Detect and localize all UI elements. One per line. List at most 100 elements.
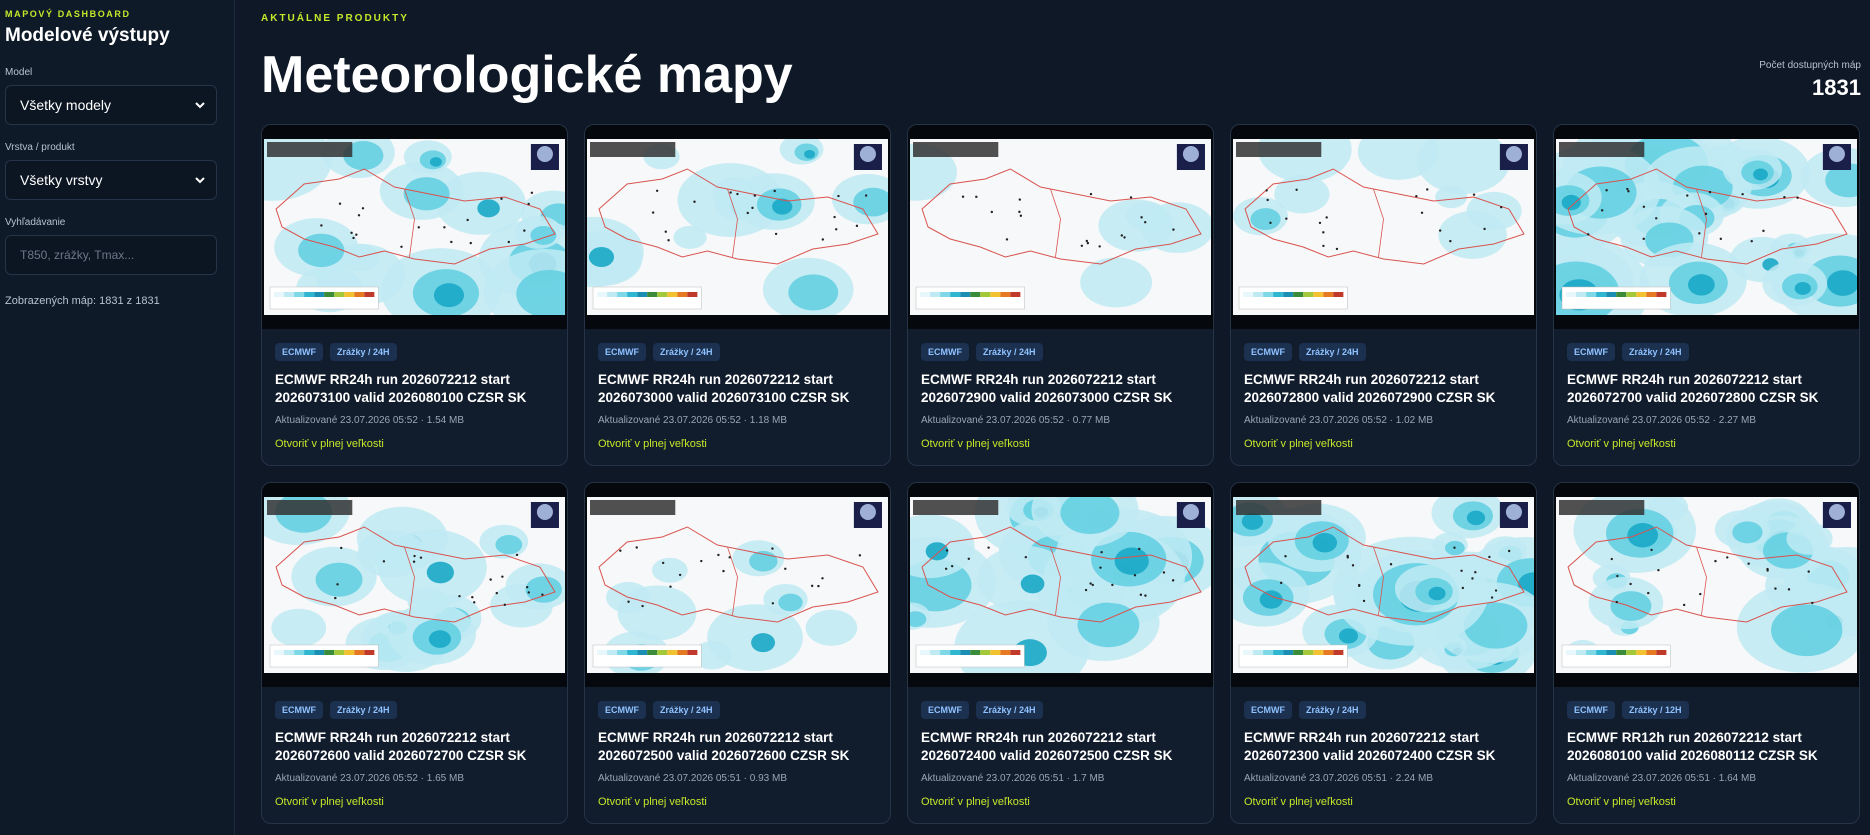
- model-select-value: Všetky modely: [20, 97, 112, 113]
- card-title: ECMWF RR24h run 2026072212 start 2026072…: [275, 730, 527, 763]
- precipitation-map: [1556, 497, 1857, 673]
- chevron-down-icon: [195, 102, 205, 109]
- card-meta: Aktualizované 23.07.2026 05:52 · 2.27 MB: [1567, 415, 1757, 426]
- model-badge: ECMWF: [1244, 343, 1292, 361]
- card-title: ECMWF RR12h run 2026072212 start 2026080…: [1567, 730, 1818, 763]
- card-meta: Aktualizované 23.07.2026 05:51 · 1.64 MB: [1567, 773, 1757, 784]
- map-card: ECMWF Zrážky / 24H ECMWF RR24h run 202607…: [907, 124, 1214, 466]
- layer-badge: Zrážky / 24H: [1622, 343, 1689, 361]
- precipitation-map: [1233, 497, 1534, 673]
- main-content: AKTUÁLNE PRODUKTY Meteorologické mapy Po…: [261, 0, 1861, 835]
- map-thumbnail[interactable]: [908, 125, 1213, 329]
- open-full-size-link[interactable]: Otvoriť v plnej veľkosti: [598, 796, 707, 808]
- precipitation-map: [910, 497, 1211, 673]
- map-card: ECMWF Zrážky / 24H ECMWF RR24h run 202607…: [261, 124, 568, 466]
- model-badge: ECMWF: [598, 343, 646, 361]
- card-meta: Aktualizované 23.07.2026 05:52 · 1.18 MB: [598, 415, 788, 426]
- layer-badge: Zrážky / 12H: [1622, 701, 1689, 719]
- search-input[interactable]: [5, 235, 217, 275]
- card-title: ECMWF RR24h run 2026072212 start 2026073…: [598, 372, 850, 405]
- open-full-size-link[interactable]: Otvoriť v plnej veľkosti: [1244, 796, 1353, 808]
- map-grid: ECMWF Zrážky / 24H ECMWF RR24h run 202607…: [261, 124, 1860, 824]
- layer-badge: Zrážky / 24H: [1299, 343, 1366, 361]
- layer-badge: Zrážky / 24H: [976, 343, 1043, 361]
- map-card: ECMWF Zrážky / 24H ECMWF RR24h run 202607…: [1553, 124, 1860, 466]
- sidebar-eyebrow: MAPOVÝ DASHBOARD: [5, 9, 131, 19]
- map-thumbnail[interactable]: [585, 125, 890, 329]
- map-thumbnail[interactable]: [585, 483, 890, 687]
- card-title: ECMWF RR24h run 2026072212 start 2026072…: [1244, 372, 1496, 405]
- open-full-size-link[interactable]: Otvoriť v plnej veľkosti: [275, 438, 384, 450]
- card-meta: Aktualizované 23.07.2026 05:51 · 0.93 MB: [598, 773, 788, 784]
- precipitation-map: [587, 139, 888, 315]
- shown-count: Zobrazených máp: 1831 z 1831: [5, 295, 160, 307]
- model-badge: ECMWF: [275, 343, 323, 361]
- layer-badge: Zrážky / 24H: [653, 343, 720, 361]
- open-full-size-link[interactable]: Otvoriť v plnej veľkosti: [1567, 796, 1676, 808]
- card-title: ECMWF RR24h run 2026072212 start 2026072…: [1567, 372, 1819, 405]
- layer-label: Vrstva / produkt: [5, 142, 75, 153]
- open-full-size-link[interactable]: Otvoriť v plnej veľkosti: [921, 438, 1030, 450]
- map-count-value: 1831: [1812, 75, 1861, 100]
- precipitation-map: [587, 497, 888, 673]
- map-thumbnail[interactable]: [1554, 483, 1859, 687]
- model-badge: ECMWF: [1567, 701, 1615, 719]
- card-title: ECMWF RR24h run 2026072212 start 2026072…: [598, 730, 850, 763]
- model-badge: ECMWF: [921, 701, 969, 719]
- model-badge: ECMWF: [1244, 701, 1292, 719]
- search-label: Vyhľadávanie: [5, 217, 66, 228]
- layer-badge: Zrážky / 24H: [976, 701, 1043, 719]
- card-meta: Aktualizované 23.07.2026 05:51 · 1.7 MB: [921, 773, 1105, 784]
- precipitation-map: [264, 497, 565, 673]
- map-thumbnail[interactable]: [908, 483, 1213, 687]
- map-card: ECMWF Zrážky / 24H ECMWF RR24h run 202607…: [907, 482, 1214, 824]
- model-select[interactable]: Všetky modely: [5, 85, 217, 125]
- map-thumbnail[interactable]: [1554, 125, 1859, 329]
- map-count-label: Počet dostupných máp: [1759, 60, 1861, 71]
- precipitation-map: [264, 139, 565, 315]
- model-badge: ECMWF: [598, 701, 646, 719]
- map-card: ECMWF Zrážky / 24H ECMWF RR24h run 202607…: [1230, 124, 1537, 466]
- card-meta: Aktualizované 23.07.2026 05:52 · 1.54 MB: [275, 415, 465, 426]
- map-thumbnail[interactable]: [1231, 483, 1536, 687]
- sidebar-title: Modelové výstupy: [5, 25, 170, 46]
- open-full-size-link[interactable]: Otvoriť v plnej veľkosti: [598, 438, 707, 450]
- model-badge: ECMWF: [921, 343, 969, 361]
- map-card: ECMWF Zrážky / 24H ECMWF RR24h run 202607…: [1230, 482, 1537, 824]
- card-title: ECMWF RR24h run 2026072212 start 2026072…: [1244, 730, 1496, 763]
- main-eyebrow: AKTUÁLNE PRODUKTY: [261, 13, 409, 24]
- layer-select-value: Všetky vrstvy: [20, 172, 103, 188]
- precipitation-map: [1233, 139, 1534, 315]
- layer-select[interactable]: Všetky vrstvy: [5, 160, 217, 200]
- map-thumbnail[interactable]: [262, 483, 567, 687]
- layer-badge: Zrážky / 24H: [653, 701, 720, 719]
- open-full-size-link[interactable]: Otvoriť v plnej veľkosti: [1244, 438, 1353, 450]
- map-thumbnail[interactable]: [262, 125, 567, 329]
- map-count-stat: Počet dostupných máp 1831: [1759, 60, 1861, 101]
- sidebar: MAPOVÝ DASHBOARD Modelové výstupy Model …: [0, 0, 235, 835]
- map-card: ECMWF Zrážky / 12H ECMWF RR12h run 202607…: [1553, 482, 1860, 824]
- map-card: ECMWF Zrážky / 24H ECMWF RR24h run 202607…: [584, 124, 891, 466]
- model-label: Model: [5, 67, 33, 78]
- card-meta: Aktualizované 23.07.2026 05:52 · 0.77 MB: [921, 415, 1111, 426]
- card-meta: Aktualizované 23.07.2026 05:52 · 1.02 MB: [1244, 415, 1434, 426]
- page-title: Meteorologické mapy: [261, 46, 793, 104]
- card-meta: Aktualizované 23.07.2026 05:52 · 1.65 MB: [275, 773, 465, 784]
- map-card: ECMWF Zrážky / 24H ECMWF RR24h run 202607…: [584, 482, 891, 824]
- card-title: ECMWF RR24h run 2026072212 start 2026072…: [921, 372, 1173, 405]
- card-title: ECMWF RR24h run 2026072212 start 2026072…: [921, 730, 1173, 763]
- model-badge: ECMWF: [1567, 343, 1615, 361]
- layer-badge: Zrážky / 24H: [330, 701, 397, 719]
- precipitation-map: [910, 139, 1211, 315]
- model-badge: ECMWF: [275, 701, 323, 719]
- precipitation-map: [1556, 139, 1857, 315]
- chevron-down-icon: [195, 177, 205, 184]
- card-title: ECMWF RR24h run 2026072212 start 2026073…: [275, 372, 527, 405]
- open-full-size-link[interactable]: Otvoriť v plnej veľkosti: [275, 796, 384, 808]
- map-thumbnail[interactable]: [1231, 125, 1536, 329]
- open-full-size-link[interactable]: Otvoriť v plnej veľkosti: [921, 796, 1030, 808]
- open-full-size-link[interactable]: Otvoriť v plnej veľkosti: [1567, 438, 1676, 450]
- card-meta: Aktualizované 23.07.2026 05:51 · 2.24 MB: [1244, 773, 1434, 784]
- layer-badge: Zrážky / 24H: [330, 343, 397, 361]
- layer-badge: Zrážky / 24H: [1299, 701, 1366, 719]
